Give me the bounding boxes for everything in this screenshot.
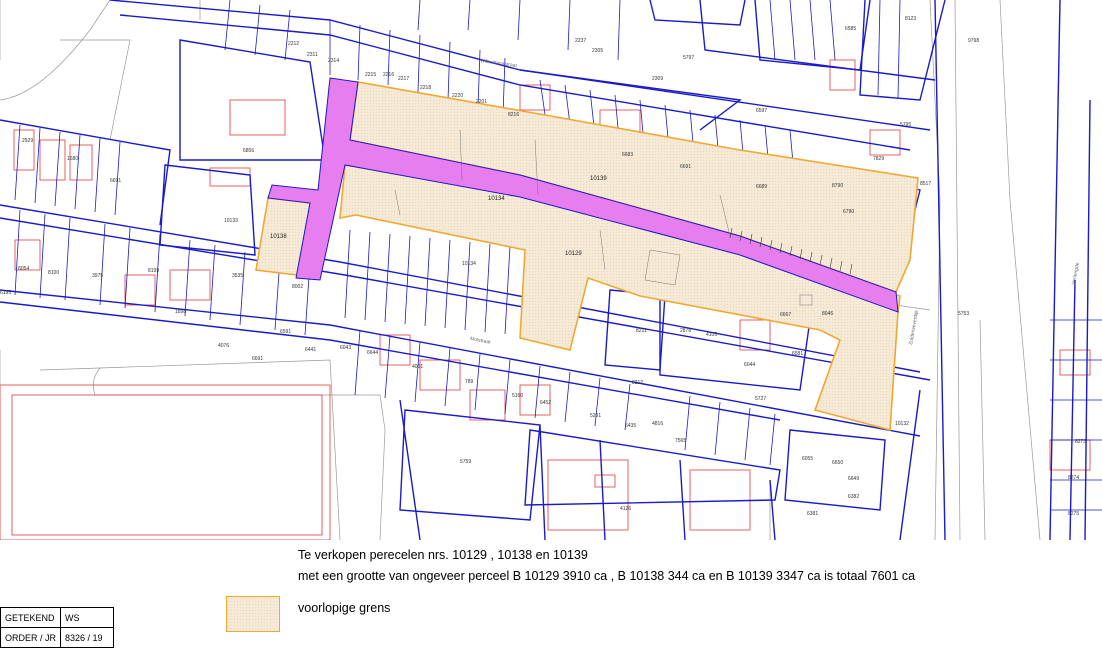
sale-description-line-1: Te verkopen perecelen nrs. 10129 , 10138… [298,548,588,562]
parcel-number-label: 6691 [680,164,691,170]
stamp-order-key: ORDER / JR [0,627,62,648]
parcel-number-label: 2237 [575,38,586,44]
parcel-number-label: 6790 [843,209,854,215]
cadastral-map[interactable]: 10139 10138 10129 10134 Wilhelminastraat… [0,0,1102,540]
parcel-number-label: 6644 [367,350,378,356]
parcel-number-label: 10134 [462,261,476,267]
parcel-number-label: 8216 [508,112,519,118]
parcel-number-label: 8054 [18,266,29,272]
legend-swatch [226,596,280,632]
parcel-number-label: 6597 [756,108,767,114]
parcel-number-label: 6689 [756,184,767,190]
parcel-number-label: 2220 [452,93,463,99]
legend-panel: Te verkopen perecelen nrs. 10129 , 10138… [0,540,1102,648]
parcel-number-label: 8002 [292,284,303,290]
sale-description-line-2: met een grootte van ongeveer perceel B 1… [298,569,916,583]
parcel-number-label: 4126 [620,506,631,512]
parcel-number-label: 4061 [412,364,423,370]
parcel-number-label: 2212 [288,41,299,47]
parcel-number-label: 2215 [365,72,376,78]
street-wilhelminastraat: Wilhelminastraat [480,58,518,69]
parcel-number-label: 6667 [780,312,791,318]
parcel-number-label: 4105 [706,332,717,338]
parcel-number-label: 8100 [48,270,59,276]
label-10138: 10138 [270,234,287,240]
parcel-number-label: 6044 [744,362,755,368]
label-10134: 10134 [488,196,505,202]
parcel-number-label: 2878 [680,328,691,334]
parcel-number-label: 7829 [873,156,884,162]
parcel-number-label: 8273 [1075,439,1086,445]
legend-label: voorlopige grens [298,601,391,615]
street-molstraat: Molstraat [470,336,492,346]
parcel-number-label: 2929 [22,138,33,144]
parcel-number-label: 6585 [845,26,856,32]
stamp-drawn-by-key: GETEKEND [0,607,62,628]
parcel-number-label: 8123 [905,16,916,22]
parcel-number-label: 7565 [675,438,686,444]
street-verlengde: Verlengde [1071,262,1081,285]
parcel-number-label: 8211 [636,328,647,334]
parcel-number-label: 8212 [632,380,643,386]
parcel-number-label: 2309 [652,76,663,82]
parcel-number-label: 6382 [848,494,859,500]
parcel-number-label: 5795 [900,122,911,128]
parcel-number-label: 6650 [832,460,843,466]
parcel-number-label: 8046 [822,311,833,317]
parcel-number-label: 6043 [340,345,351,351]
parcel-number-label: 5160 [512,393,523,399]
parcel-number-label: 10133 [224,218,238,224]
parcel-number-label: 6691 [252,356,263,362]
parcel-number-label: 6452 [540,400,551,406]
parcel-number-label: 2217 [398,76,409,82]
parcel-number-label: 2314 [328,58,339,64]
parcel-number-label: 2305 [592,48,603,54]
parcel-number-label: 6381 [807,511,818,517]
parcel-number-label: 2311 [307,52,318,58]
stamp-drawn-by-value: WS [60,607,115,628]
parcel-number-label: 2201 [476,99,487,105]
parcel-number-label: 9798 [968,38,979,44]
parcel-number-label: 6435 [625,423,636,429]
parcel-number-label: 6055 [802,456,813,462]
parcel-number-label: 4076 [218,343,229,349]
street-zuiderweverdijk: Zuiderweverdijk [908,309,920,345]
parcel-number-label: 6691 [110,178,121,184]
parcel-number-label: 8199 [148,268,159,274]
parcel-number-label: 8274 [1068,475,1079,481]
label-10129: 10129 [565,251,582,257]
parcel-number-label: 5759 [460,459,471,465]
parcel-number-label: 5201 [590,413,601,419]
parcel-number-label: 5753 [958,311,969,317]
parcel-number-label: 6649 [848,476,859,482]
title-stamp: GETEKEND WS ORDER / JR 8326 / 19 [0,607,115,648]
parcel-number-label: 5727 [755,396,766,402]
parcel-number-label: 2216 [383,72,394,78]
stamp-order-value: 8326 / 19 [60,627,115,648]
label-10139: 10139 [590,176,607,182]
parcel-number-label: 3975 [92,273,103,279]
parcel-number-label: 1898 [175,309,186,315]
parcel-number-label: 1680 [67,156,78,162]
parcel-number-label: 2218 [420,85,431,91]
parcel-number-label: 8275 [1068,511,1079,517]
parcel-number-label: 10132 [895,421,909,427]
parcel-number-label: 6683 [622,152,633,158]
parcel-number-label: 4816 [652,421,663,427]
parcel-number-label: 6581 [792,351,803,357]
parcel-number-label: 8517 [920,181,931,187]
parcel-number-label: 6441 [305,347,316,353]
parcel-number-label: 6591 [280,329,291,335]
parcel-number-label: 789 [465,379,474,385]
parcel-number-label: 5797 [683,55,694,61]
parcel-number-label: 3535 [232,273,243,279]
parcel-number-label: 6195 [0,290,11,296]
parcel-number-label: 8790 [832,183,843,189]
parcel-number-label: 6856 [243,148,254,154]
